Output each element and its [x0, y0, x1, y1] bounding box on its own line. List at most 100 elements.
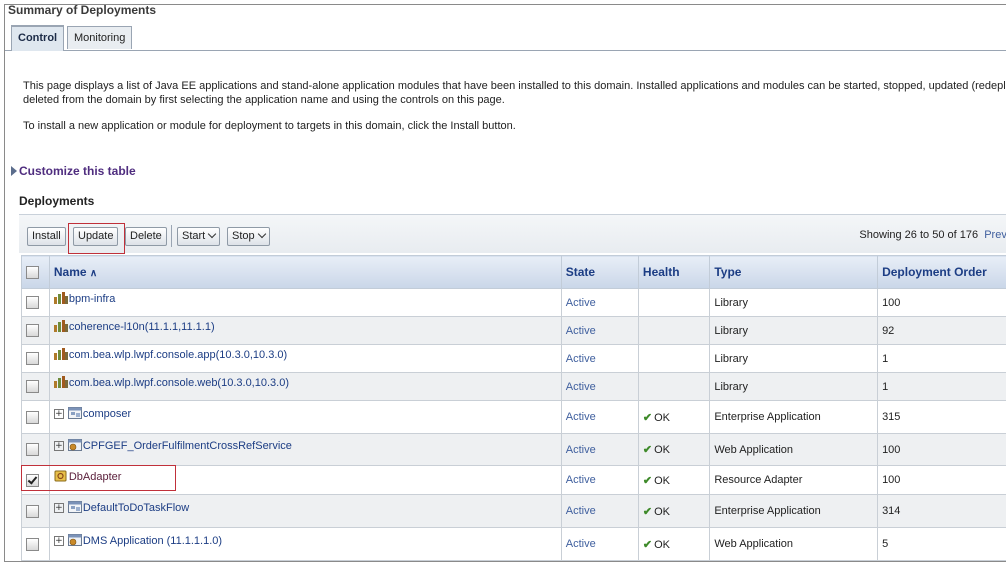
health-cell	[638, 373, 709, 401]
install-button[interactable]: Install	[27, 227, 66, 246]
deployment-name-link[interactable]: coherence-l10n(11.1.1,11.1.1)	[69, 321, 215, 333]
table-row[interactable]: coherence-l10n(11.1.1,11.1.1)ActiveLibra…	[22, 317, 1006, 345]
toolbar-separator	[171, 225, 172, 247]
resource-adapter-icon	[54, 471, 69, 483]
customize-table-link[interactable]: Customize this table	[11, 164, 136, 178]
name-cell: bpm-infra	[49, 289, 561, 317]
deployment-name-link[interactable]: composer	[83, 408, 131, 420]
deployment-order-cell: 315	[878, 401, 1006, 434]
expand-tree-icon[interactable]: +	[54, 409, 64, 419]
row-select-cell	[22, 495, 50, 528]
sort-ascending-icon: ∧	[90, 268, 97, 279]
table-row[interactable]: +DMS Application (11.1.1.1.0)Active✔OKWe…	[22, 528, 1006, 561]
state-cell: Active	[561, 345, 638, 373]
tab-control[interactable]: Control	[11, 25, 64, 51]
deployment-name-link[interactable]: bpm-infra	[69, 293, 115, 305]
health-value: OK	[654, 475, 670, 487]
row-checkbox[interactable]	[26, 538, 39, 551]
deployment-order-column-header[interactable]: Deployment Order	[878, 256, 1006, 289]
stop-dropdown-button[interactable]: Stop	[227, 227, 270, 246]
deployment-order-cell: 100	[878, 289, 1006, 317]
row-checkbox[interactable]	[26, 352, 39, 365]
state-column-header[interactable]: State	[561, 256, 638, 289]
enterprise-app-icon	[68, 502, 83, 514]
chevron-down-icon	[208, 230, 216, 238]
health-value: OK	[654, 444, 670, 456]
row-checkbox[interactable]	[26, 474, 39, 487]
deployments-panel: Summary of Deployments Control Monitorin…	[4, 4, 1006, 562]
row-select-cell	[22, 528, 50, 561]
pagination-status: Showing 26 to 50 of 176 Previous	[859, 229, 1006, 241]
state-value: Active	[566, 474, 596, 486]
expand-tree-icon[interactable]: +	[54, 503, 64, 513]
deployment-order-cell: 92	[878, 317, 1006, 345]
row-select-cell	[22, 317, 50, 345]
health-cell: ✔OK	[638, 495, 709, 528]
health-cell: ✔OK	[638, 434, 709, 466]
deployment-name-link[interactable]: DbAdapter	[69, 471, 122, 483]
start-dropdown-button[interactable]: Start	[177, 227, 220, 246]
health-cell: ✔OK	[638, 528, 709, 561]
library-icon	[54, 293, 69, 305]
name-cell: com.bea.wlp.lwpf.console.web(10.3.0,10.3…	[49, 373, 561, 401]
previous-link[interactable]: Previous	[984, 229, 1006, 241]
row-checkbox[interactable]	[26, 411, 39, 424]
table-row[interactable]: + DefaultToDoTaskFlow Active ✔OKEnterprise …	[22, 495, 1006, 528]
row-checkbox[interactable]	[26, 296, 39, 309]
deployment-name-link[interactable]: DefaultToDoTaskFlow	[83, 502, 189, 514]
check-icon: ✔	[643, 444, 652, 456]
state-value: Active	[566, 505, 596, 517]
select-all-header	[22, 256, 50, 289]
check-icon: ✔	[643, 539, 652, 551]
web-app-icon	[68, 535, 83, 547]
type-column-header[interactable]: Type	[710, 256, 878, 289]
type-cell: Web Application	[710, 434, 878, 466]
deployment-order-cell: 314	[878, 495, 1006, 528]
expand-tree-icon[interactable]: +	[54, 441, 64, 451]
name-column-header[interactable]: Name ∧	[49, 256, 561, 289]
deployment-name-link[interactable]: com.bea.wlp.lwpf.console.web(10.3.0,10.3…	[69, 377, 289, 389]
table-row[interactable]: com.bea.wlp.lwpf.console.web(10.3.0,10.3…	[22, 373, 1006, 401]
row-checkbox[interactable]	[26, 324, 39, 337]
name-cell: + DMS Application (11.1.1.1.0)	[49, 528, 561, 561]
update-button[interactable]: Update	[73, 227, 118, 246]
expand-arrow-icon	[11, 166, 17, 176]
row-select-cell	[22, 373, 50, 401]
type-cell: Resource Adapter	[710, 466, 878, 495]
table-row[interactable]: DbAdapterActive✔OKResource Adapter100	[22, 466, 1006, 495]
deployment-name-link[interactable]: CPFGEF_OrderFulfilmentCrossRefService	[83, 440, 292, 452]
health-cell: ✔OK	[638, 401, 709, 434]
table-row[interactable]: + CPFGEF_OrderFulfilmentCrossRefService Ac…	[22, 434, 1006, 466]
deployment-order-cell: 100	[878, 434, 1006, 466]
table-row[interactable]: bpm-infraActiveLibrary100	[22, 289, 1006, 317]
name-cell: + composer	[49, 401, 561, 434]
state-value: Active	[566, 325, 596, 337]
row-checkbox[interactable]	[26, 380, 39, 393]
customize-table-label: Customize this table	[19, 164, 136, 178]
row-checkbox[interactable]	[26, 443, 39, 456]
row-select-cell	[22, 434, 50, 466]
select-all-checkbox[interactable]	[26, 266, 39, 279]
tab-monitoring[interactable]: Monitoring	[67, 26, 132, 49]
deployment-name-link[interactable]: DMS Application (11.1.1.1.0)	[83, 535, 222, 547]
state-cell: Active	[561, 401, 638, 434]
name-header-label: Name	[54, 265, 87, 279]
start-label: Start	[182, 230, 205, 242]
table-row[interactable]: com.bea.wlp.lwpf.console.app(10.3.0,10.3…	[22, 345, 1006, 373]
expand-tree-icon[interactable]: +	[54, 536, 64, 546]
enterprise-app-icon	[68, 408, 83, 420]
check-icon: ✔	[643, 412, 652, 424]
row-checkbox[interactable]	[26, 505, 39, 518]
deployment-name-link[interactable]: com.bea.wlp.lwpf.console.app(10.3.0,10.3…	[69, 349, 287, 361]
tab-bar: Control Monitoring	[5, 26, 1006, 51]
table-row[interactable]: +composerActive✔OKEnterprise Application…	[22, 401, 1006, 434]
type-cell: Enterprise Application	[710, 495, 878, 528]
health-column-header[interactable]: Health	[638, 256, 709, 289]
deployment-order-cell: 100	[878, 466, 1006, 495]
row-select-cell	[22, 345, 50, 373]
state-value: Active	[566, 444, 596, 456]
delete-button[interactable]: Delete	[125, 227, 167, 246]
showing-count: Showing 26 to 50 of 176	[859, 229, 978, 241]
library-icon	[54, 377, 69, 389]
row-select-cell	[22, 401, 50, 434]
